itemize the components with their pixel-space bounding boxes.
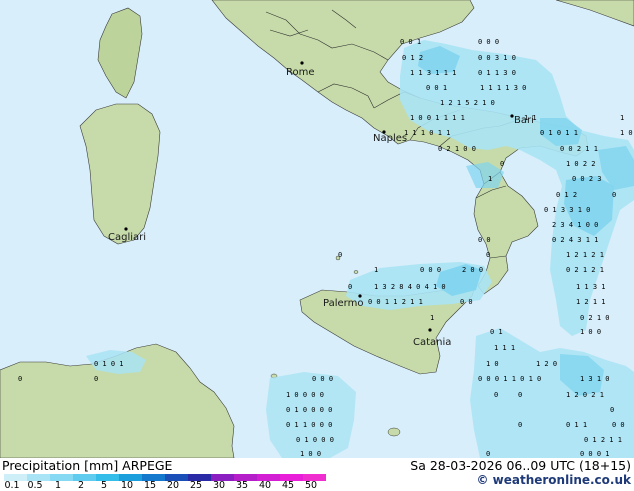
svg-text:1 0 0: 1 0 0	[300, 450, 321, 458]
scale-tick-label: 25	[189, 480, 203, 491]
svg-text:1 3 1 0: 1 3 1 0	[580, 375, 610, 383]
city-bari[interactable]: Bari	[510, 114, 534, 126]
svg-text:0: 0	[348, 283, 352, 291]
svg-text:1 1 3 1: 1 1 3 1	[576, 283, 606, 291]
svg-text:1: 1	[488, 175, 492, 183]
svg-text:1 0 0 0 0: 1 0 0 0 0	[286, 391, 324, 399]
svg-text:1 0 0 1 1 1 1: 1 0 0 1 1 1 1	[410, 114, 465, 122]
svg-text:0 1 2 1 1: 0 1 2 1 1	[584, 436, 622, 444]
city-label-cagliari: Cagliari	[108, 232, 146, 243]
scale-tick-label: 0.5	[27, 480, 43, 491]
forecast-datetime: Sa 28-03-2026 06..09 UTC (18+15)	[410, 458, 631, 473]
svg-text:0 2 1 2 1: 0 2 1 2 1	[566, 266, 604, 274]
scale-tick-label: 15	[143, 480, 157, 491]
credit-link[interactable]: © weatheronline.co.uk	[476, 473, 631, 487]
city-label-naples: Naples	[373, 133, 407, 144]
svg-text:0 2 4 3 1 1: 0 2 4 3 1 1	[552, 236, 598, 244]
scale-tick-label: 1	[54, 480, 62, 491]
legend-bar: Precipitation [mm] ARPEGE Sa 28-03-2026 …	[0, 458, 634, 491]
svg-text:0 1 1 0 0 0: 0 1 1 0 0 0	[286, 421, 332, 429]
svg-text:0 1 2: 0 1 2	[402, 54, 423, 62]
svg-text:1: 1	[374, 266, 378, 274]
city-label-rome: Rome	[286, 67, 315, 78]
svg-text:0 0 0: 0 0 0	[420, 266, 441, 274]
scale-tick-label: 2	[77, 480, 85, 491]
svg-text:0: 0	[18, 375, 22, 383]
svg-text:1 1 1 1 3 0: 1 1 1 1 3 0	[480, 84, 526, 92]
svg-text:0: 0	[338, 251, 342, 259]
scale-tick-label: 5	[100, 480, 108, 491]
svg-text:1 0 0: 1 0 0	[580, 328, 601, 336]
svg-text:0 0 1: 0 0 1	[400, 38, 421, 46]
city-marker	[300, 61, 304, 65]
svg-text:2 0 0: 2 0 0	[462, 266, 483, 274]
city-marker	[124, 227, 128, 231]
svg-text:0 0 0 1: 0 0 0 1	[580, 450, 610, 458]
scale-tick-label: 35	[235, 480, 249, 491]
svg-text:1 3 2 8 4 0 4 1 0: 1 3 2 8 4 0 4 1 0	[374, 283, 446, 291]
svg-text:0: 0	[494, 391, 498, 399]
svg-text:1 2 0: 1 2 0	[536, 360, 557, 368]
precipitation-map[interactable]: 0 0 10 0 0 0 1 20 0 3 1 0 1 1 3 1 1 10 1…	[0, 0, 634, 458]
city-label-catania: Catania	[413, 337, 451, 348]
svg-text:0 0 0 1 1 0 1 0: 0 0 0 1 1 0 1 0	[478, 375, 541, 383]
svg-text:0: 0	[610, 406, 614, 414]
city-naples[interactable]: Naples	[373, 130, 407, 144]
city-label-bari: Bari	[514, 115, 534, 126]
svg-text:1 2 1 5 2 1 0: 1 2 1 5 2 1 0	[440, 99, 495, 107]
svg-text:0 0 3 1 0: 0 0 3 1 0	[478, 54, 516, 62]
svg-text:1 1 3 1 1 1: 1 1 3 1 1 1	[410, 69, 456, 77]
svg-text:1 2 0 2 1: 1 2 0 2 1	[566, 391, 604, 399]
svg-text:0 0 2 1 1: 0 0 2 1 1	[560, 145, 598, 153]
svg-text:1 1 1 0 1 1: 1 1 1 0 1 1	[404, 129, 450, 137]
svg-text:0 0 2 3: 0 0 2 3	[572, 175, 602, 183]
scale-tick-label: 45	[281, 480, 295, 491]
scale-tick-label: 50	[304, 480, 318, 491]
svg-text:0 1 1 3 0: 0 1 1 3 0	[478, 69, 516, 77]
city-marker	[428, 328, 432, 332]
svg-text:0 0 1 1 2 1 1: 0 0 1 1 2 1 1	[368, 298, 423, 306]
svg-text:0 1 0 1: 0 1 0 1	[94, 360, 124, 368]
scale-tick-label: 0.1	[4, 480, 20, 491]
svg-text:0 2 1 0: 0 2 1 0	[580, 314, 610, 322]
svg-text:1 0: 1 0	[486, 360, 499, 368]
svg-text:0 0: 0 0	[478, 236, 491, 244]
svg-text:0 1 0 0 0 0: 0 1 0 0 0 0	[286, 406, 332, 414]
svg-text:0 0 0: 0 0 0	[312, 375, 333, 383]
svg-text:0 1 2: 0 1 2	[556, 191, 577, 199]
scale-tick-label: 30	[212, 480, 226, 491]
svg-text:1 2 1 1: 1 2 1 1	[576, 298, 606, 306]
svg-text:0 1 0 1 1: 0 1 0 1 1	[540, 129, 578, 137]
svg-text:0: 0	[94, 375, 98, 383]
svg-text:0: 0	[518, 391, 522, 399]
svg-text:0 0: 0 0	[612, 421, 625, 429]
city-label-palermo: Palermo	[323, 298, 363, 309]
svg-text:2 3 4 1 0 0: 2 3 4 1 0 0	[552, 221, 598, 229]
svg-text:0: 0	[500, 160, 504, 168]
svg-text:0 1 3 3 1 0: 0 1 3 3 1 0	[544, 206, 590, 214]
svg-text:0: 0	[518, 421, 522, 429]
svg-text:0: 0	[486, 450, 490, 458]
svg-text:0 1 0 0 0: 0 1 0 0 0	[296, 436, 334, 444]
svg-text:0 0 0: 0 0 0	[478, 38, 499, 46]
color-scale-ticks: 0.1 0.5 1 2 5 10 15 20 25 30 35 40 45 50	[0, 480, 340, 491]
svg-text:1 2 1 2 1: 1 2 1 2 1	[566, 251, 604, 259]
svg-text:0 1: 0 1	[490, 328, 503, 336]
scale-tick-label: 20	[166, 480, 180, 491]
svg-text:1 0: 1 0	[620, 129, 633, 137]
svg-text:1: 1	[620, 114, 624, 122]
svg-text:0 0 1: 0 0 1	[426, 84, 447, 92]
svg-text:0 0: 0 0	[460, 298, 473, 306]
svg-text:1 1 1: 1 1 1	[494, 344, 515, 352]
svg-text:0 1 1: 0 1 1	[566, 421, 587, 429]
scale-tick-label: 10	[120, 480, 134, 491]
svg-text:0 2 1 0 0: 0 2 1 0 0	[438, 145, 476, 153]
svg-text:1 0 2 2: 1 0 2 2	[566, 160, 596, 168]
legend-title: Precipitation [mm] ARPEGE	[2, 458, 173, 473]
svg-text:0: 0	[486, 251, 490, 259]
scale-tick-label: 40	[258, 480, 272, 491]
svg-text:0: 0	[612, 191, 616, 199]
svg-text:1: 1	[430, 314, 434, 322]
